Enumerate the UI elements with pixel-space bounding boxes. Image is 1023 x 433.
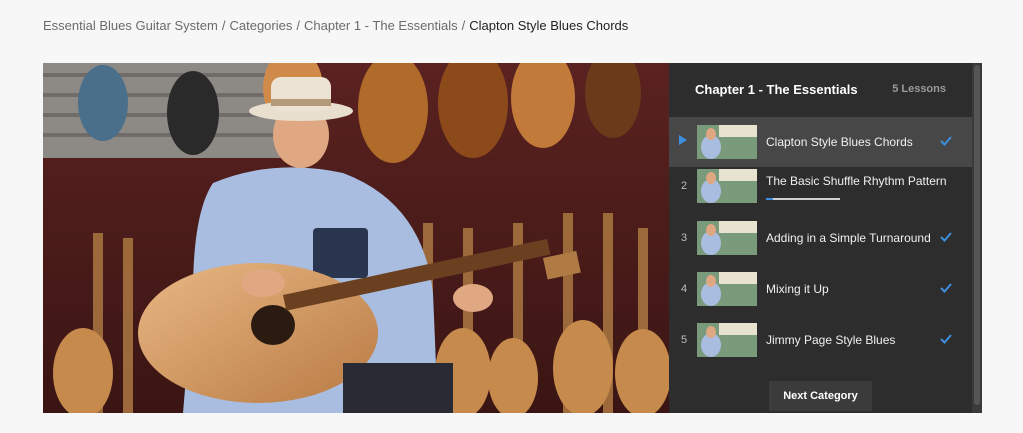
lesson-item[interactable]: 3 Adding in a Simple Turnaround <box>669 213 972 263</box>
lesson-title: The Basic Shuffle Rhythm Pattern <box>766 174 947 188</box>
video-still-image <box>43 63 669 413</box>
lesson-thumbnail <box>697 323 757 357</box>
breadcrumb-chapter-link[interactable]: Chapter 1 - The Essentials <box>304 18 458 33</box>
lesson-thumbnail <box>697 221 757 255</box>
lesson-item[interactable]: 2 The Basic Shuffle Rhythm Pattern <box>669 161 972 211</box>
lesson-item[interactable]: Clapton Style Blues Chords <box>669 117 972 167</box>
breadcrumb-categories-link[interactable]: Categories <box>229 18 292 33</box>
playlist-scrollbar[interactable] <box>972 63 982 413</box>
lesson-title: Mixing it Up <box>766 282 829 296</box>
breadcrumb-separator: / <box>296 18 300 33</box>
lesson-playlist: Chapter 1 - The Essentials 5 Lessons Cla… <box>669 63 982 413</box>
play-indicator-icon <box>679 135 687 145</box>
checkmark-icon <box>940 334 952 344</box>
breadcrumb-separator: / <box>221 18 226 33</box>
lesson-number: 3 <box>680 232 688 244</box>
lesson-thumbnail <box>697 169 757 203</box>
lesson-title: Adding in a Simple Turnaround <box>766 231 931 245</box>
checkmark-icon <box>940 136 952 146</box>
chapter-title: Chapter 1 - The Essentials <box>695 82 858 97</box>
lesson-title: Jimmy Page Style Blues <box>766 333 896 347</box>
breadcrumb-separator: / <box>461 18 466 33</box>
lesson-progress-fill <box>766 198 774 200</box>
lesson-number: 5 <box>680 334 688 346</box>
checkmark-icon <box>940 232 952 242</box>
lesson-count: 5 Lessons <box>892 83 946 95</box>
video-frame[interactable] <box>43 63 669 413</box>
video-player: Chapter 1 - The Essentials 5 Lessons Cla… <box>43 63 982 413</box>
lesson-title: Clapton Style Blues Chords <box>766 135 913 149</box>
checkmark-icon <box>940 283 952 293</box>
lesson-item[interactable]: 5 Jimmy Page Style Blues <box>669 315 972 365</box>
lesson-thumbnail <box>697 125 757 159</box>
lesson-number: 4 <box>680 283 688 295</box>
lesson-progress-bar <box>766 198 840 200</box>
next-category-button[interactable]: Next Category <box>769 381 872 411</box>
lesson-number: 2 <box>680 180 688 192</box>
breadcrumb-course-link[interactable]: Essential Blues Guitar System <box>43 18 218 33</box>
lesson-thumbnail <box>697 272 757 306</box>
breadcrumb: Essential Blues Guitar System / Categories… <box>43 18 628 33</box>
scrollbar-thumb[interactable] <box>974 65 980 405</box>
breadcrumb-current: Clapton Style Blues Chords <box>469 18 629 33</box>
playlist-header: Chapter 1 - The Essentials 5 Lessons <box>669 63 972 115</box>
lesson-item[interactable]: 4 Mixing it Up <box>669 264 972 314</box>
